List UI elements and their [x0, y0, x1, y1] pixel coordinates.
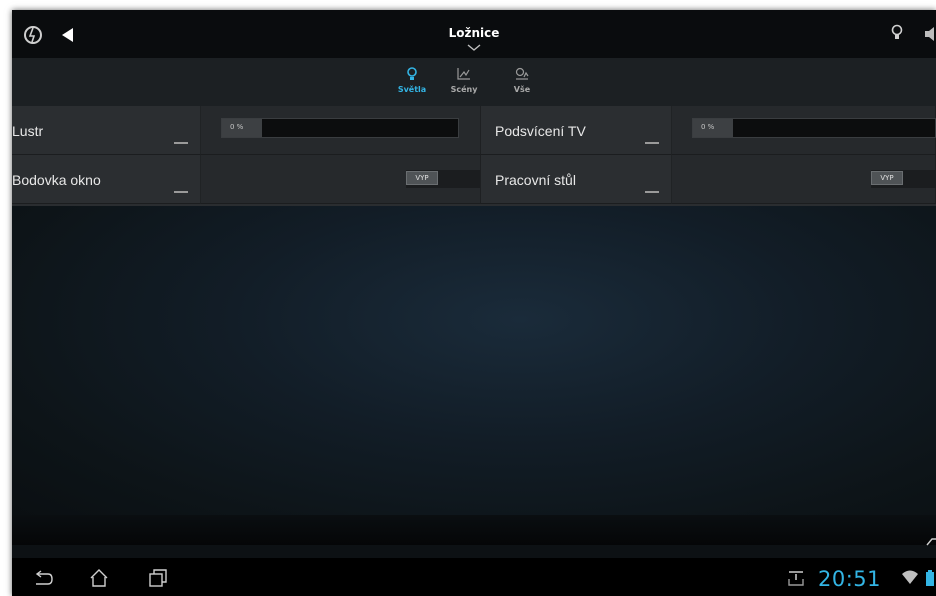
device-cell-lustr[interactable]: Lustr — [12, 106, 201, 155]
system-navigation-bar: 20:51 — [12, 558, 936, 596]
overflow-handle-icon[interactable] — [645, 191, 659, 193]
device-name: Bodovka okno — [12, 172, 101, 188]
overflow-handle-icon[interactable] — [645, 142, 659, 144]
recent-apps-icon[interactable] — [147, 568, 169, 588]
bulb-icon — [407, 67, 417, 80]
all-icon — [515, 67, 529, 80]
device-cell-podsviceni-tv[interactable]: Podsvícení TV — [481, 106, 672, 155]
switch-control-pracovni-stul: VYP — [672, 155, 936, 204]
wifi-icon — [902, 570, 918, 584]
tab-label: Vše — [513, 85, 531, 94]
scene-icon — [457, 68, 470, 80]
on-off-toggle[interactable]: VYP — [871, 170, 936, 188]
battery-icon — [926, 570, 934, 586]
device-cell-bodovka-okno[interactable]: Bodovka okno — [12, 155, 201, 204]
switch-control-bodovka-okno: VYP — [201, 155, 481, 204]
dimmer-control-lustr: 0 % — [201, 106, 481, 155]
on-off-toggle[interactable]: VYP — [406, 170, 480, 188]
device-grid: Lustr 0 % Podsvícení TV 0 % Bodovka okno — [12, 106, 936, 206]
content-area — [12, 206, 936, 530]
overflow-handle-icon[interactable] — [174, 142, 188, 144]
tab-svetla[interactable]: Světla — [385, 66, 439, 94]
device-name: Lustr — [12, 123, 44, 139]
action-bar: Ložnice — [12, 10, 936, 58]
home-icon[interactable] — [88, 568, 110, 588]
chevron-down-icon[interactable] — [467, 44, 481, 52]
overflow-handle-icon[interactable] — [174, 191, 188, 193]
download-notification-icon[interactable] — [788, 569, 804, 587]
bulb-icon[interactable] — [890, 24, 904, 42]
tab-sceny[interactable]: Scény — [437, 66, 491, 94]
device-name: Pracovní stůl — [495, 172, 576, 188]
dimmer-slider[interactable]: 0 % — [692, 118, 936, 138]
content-footer — [12, 515, 936, 545]
title-container[interactable]: Ložnice — [12, 24, 936, 42]
clock[interactable]: 20:51 — [818, 567, 881, 591]
edge-arrow-icon — [926, 538, 936, 546]
page-title[interactable]: Ložnice — [449, 26, 500, 40]
tab-bar: Světla Scény Vše — [12, 58, 936, 106]
toggle-state: VYP — [406, 171, 438, 185]
tab-label: Scény — [450, 85, 478, 94]
speaker-icon[interactable] — [924, 26, 936, 42]
toggle-state: VYP — [871, 171, 903, 185]
device-name: Podsvícení TV — [495, 123, 586, 139]
dimmer-slider[interactable]: 0 % — [221, 118, 459, 138]
dimmer-value: 0 % — [701, 123, 715, 131]
device-cell-pracovni-stul[interactable]: Pracovní stůl — [481, 155, 672, 204]
tab-vse[interactable]: Vše — [495, 66, 549, 94]
tab-label: Světla — [397, 85, 427, 94]
tablet-screen: Ložnice Světla Scény Vše Lustr 0 % Podsv… — [12, 10, 936, 596]
back-icon[interactable] — [32, 570, 54, 588]
dimmer-control-podsviceni-tv: 0 % — [672, 106, 936, 155]
dimmer-value: 0 % — [230, 123, 244, 131]
